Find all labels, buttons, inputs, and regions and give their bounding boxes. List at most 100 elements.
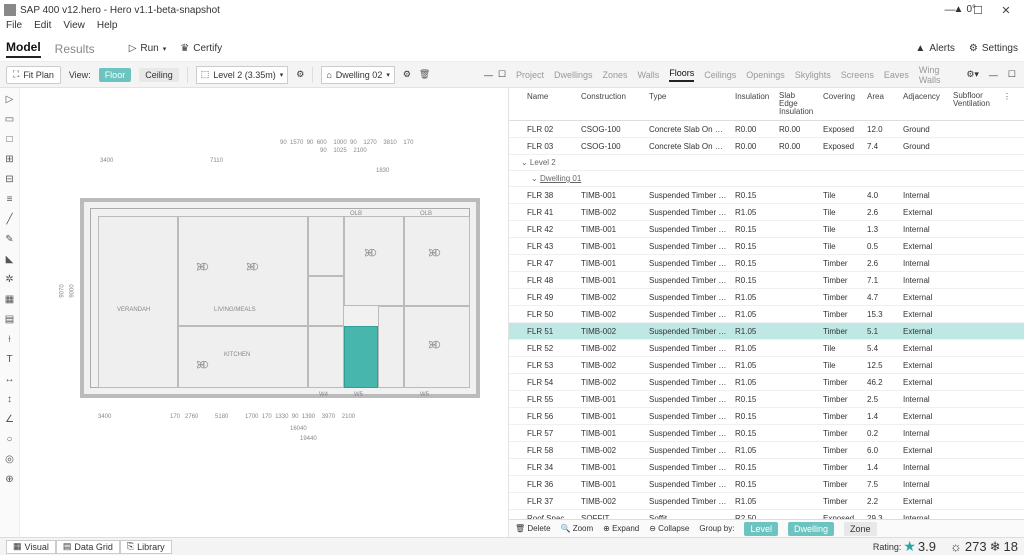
selected-floor-region[interactable]	[344, 326, 378, 388]
delete-button[interactable]: 🗑 Delete	[515, 524, 551, 533]
panel-min-icon[interactable]: —	[989, 70, 998, 80]
table-row[interactable]: FLR 52TIMB-002Suspended Timber FrameR1.0…	[509, 340, 1024, 357]
tool-text[interactable]: T	[3, 354, 17, 368]
tool-draw[interactable]: ✎	[3, 234, 17, 248]
alerts-button[interactable]: ▲Alerts	[915, 43, 954, 54]
table-row[interactable]: FLR 50TIMB-002Suspended Timber FrameR1.0…	[509, 306, 1024, 323]
col-type[interactable]: Type	[645, 88, 731, 120]
view-datagrid[interactable]: ▤ Data Grid	[56, 540, 120, 554]
rtab-floors[interactable]: Floors	[669, 68, 694, 82]
col-subfloor[interactable]: Subfloor Ventilation	[949, 88, 999, 120]
window-close[interactable]: ✕	[992, 4, 1020, 17]
tool-grid[interactable]: ▦	[3, 294, 17, 308]
table-row[interactable]: FLR 55TIMB-001Suspended Timber FrameR0.1…	[509, 391, 1024, 408]
rtab-openings[interactable]: Openings	[746, 70, 785, 80]
group-zone[interactable]: Zone	[844, 522, 877, 536]
expand-button[interactable]: ⊕ Expand	[603, 524, 639, 533]
table-row[interactable]: FLR 53TIMB-002Suspended Timber FrameR1.0…	[509, 357, 1024, 374]
tool-cursor[interactable]: ▷	[3, 94, 17, 108]
tool-rect[interactable]: ▭	[3, 114, 17, 128]
settings-button[interactable]: ⚙Settings	[969, 43, 1018, 54]
table-row[interactable]: FLR 38TIMB-001Suspended Timber FrameR0.1…	[509, 187, 1024, 204]
rtab-ceilings[interactable]: Ceilings	[704, 70, 736, 80]
north-indicator[interactable]: ▲ 0°	[954, 4, 976, 15]
tool-tag[interactable]: ◣	[3, 254, 17, 268]
col-construction[interactable]: Construction	[577, 88, 645, 120]
table-row[interactable]: FLR 56TIMB-001Suspended Timber FrameR0.1…	[509, 408, 1024, 425]
rtab-dwellings[interactable]: Dwellings	[554, 70, 593, 80]
rtab-skylights[interactable]: Skylights	[795, 70, 831, 80]
table-row[interactable]: Roof Space 4 ...SOFFITSoffitR2.50Exposed…	[509, 510, 1024, 519]
table-row[interactable]: FLR 47TIMB-001Suspended Timber FrameR0.1…	[509, 255, 1024, 272]
tool-stairs[interactable]: ≡	[3, 194, 17, 208]
tool-dim[interactable]: ↔	[3, 374, 17, 388]
level-select[interactable]: ⬚ Level 2 (3.35m) ▾	[196, 66, 289, 84]
menu-edit[interactable]: Edit	[34, 20, 51, 36]
group-level[interactable]: ⌄ Level 2	[509, 155, 1024, 171]
group-dwelling[interactable]: Dwelling	[788, 522, 834, 536]
ceiling-toggle[interactable]: Ceiling	[139, 68, 179, 82]
dwelling-select[interactable]: ⌂ Dwelling 02 ▾	[321, 66, 394, 84]
menu-help[interactable]: Help	[97, 20, 118, 36]
panel-settings-icon[interactable]: ⚙▾	[966, 69, 979, 80]
table-row[interactable]: FLR 58TIMB-002Suspended Timber FrameR1.0…	[509, 442, 1024, 459]
table-body[interactable]: FLR 02CSOG-100Concrete Slab On GroundR0.…	[509, 121, 1024, 519]
rtab-zones[interactable]: Zones	[603, 70, 628, 80]
tab-model[interactable]: Model	[6, 40, 41, 58]
run-button[interactable]: ▷Run▾	[129, 43, 167, 54]
floorplan[interactable]: VERANDAH LIVING/MEALS KITCHEN OLB OLB W4…	[80, 198, 480, 398]
table-row[interactable]: FLR 48TIMB-001Suspended Timber FrameR0.1…	[509, 272, 1024, 289]
floor-toggle[interactable]: Floor	[99, 68, 132, 82]
tool-angle[interactable]: ∠	[3, 414, 17, 428]
table-row[interactable]: FLR 36TIMB-001Suspended Timber FrameR0.1…	[509, 476, 1024, 493]
table-row[interactable]: FLR 41TIMB-002Suspended Timber FrameR1.0…	[509, 204, 1024, 221]
tool-circle[interactable]: ○	[3, 434, 17, 448]
tab-results[interactable]: Results	[55, 42, 95, 56]
rtab-eaves[interactable]: Eaves	[884, 70, 909, 80]
fit-plan-button[interactable]: ⛶ Fit Plan	[6, 66, 61, 84]
menu-view[interactable]: View	[63, 20, 85, 36]
table-row[interactable]: FLR 43TIMB-001Suspended Timber FrameR0.1…	[509, 238, 1024, 255]
panel-max-icon[interactable]: ☐	[1008, 69, 1016, 80]
tool-square[interactable]: □	[3, 134, 17, 148]
floorplan-canvas[interactable]: 3400 7110 90 1570 90 600 1000 90 1270 38…	[20, 88, 508, 537]
rtab-screens[interactable]: Screens	[841, 70, 874, 80]
table-row[interactable]: FLR 02CSOG-100Concrete Slab On GroundR0.…	[509, 121, 1024, 138]
group-level[interactable]: Level	[744, 522, 778, 536]
rtab-project[interactable]: Project	[516, 70, 544, 80]
table-row[interactable]: FLR 03CSOG-100Concrete Slab On GroundR0.…	[509, 138, 1024, 155]
tool-window[interactable]: ⊞	[3, 154, 17, 168]
level-settings-icon[interactable]: ⚙	[296, 69, 304, 80]
rtab-walls[interactable]: Walls	[638, 70, 660, 80]
view-library[interactable]: ⎘ Library	[120, 540, 172, 554]
certify-button[interactable]: ♛Certify	[180, 43, 222, 54]
table-row[interactable]: FLR 57TIMB-001Suspended Timber FrameR0.1…	[509, 425, 1024, 442]
col-name[interactable]: Name	[509, 88, 577, 120]
col-menu-icon[interactable]: ⋮	[999, 88, 1009, 120]
tool-vdim[interactable]: ↕	[3, 394, 17, 408]
tool-misc2[interactable]: ⊕	[3, 474, 17, 488]
tool-misc1[interactable]: ◎	[3, 454, 17, 468]
col-insulation[interactable]: Insulation	[731, 88, 775, 120]
table-row[interactable]: FLR 49TIMB-002Suspended Timber FrameR1.0…	[509, 289, 1024, 306]
tool-door[interactable]: ⊟	[3, 174, 17, 188]
col-covering[interactable]: Covering	[819, 88, 863, 120]
table-row[interactable]: FLR 42TIMB-001Suspended Timber FrameR0.1…	[509, 221, 1024, 238]
tool-measure[interactable]: ⟊	[3, 334, 17, 348]
table-row[interactable]: FLR 54TIMB-002Suspended Timber FrameR1.0…	[509, 374, 1024, 391]
group-dwelling[interactable]: ⌄ Dwelling 01	[509, 171, 1024, 187]
maximize-pane-icon[interactable]: ☐	[498, 69, 506, 80]
collapse-button[interactable]: ⊖ Collapse	[649, 524, 689, 533]
minimize-pane-icon[interactable]: —	[484, 70, 493, 80]
table-row[interactable]: FLR 51TIMB-002Suspended Timber FrameR1.0…	[509, 323, 1024, 340]
view-visual[interactable]: ▦ Visual	[6, 540, 56, 554]
menu-file[interactable]: File	[6, 20, 22, 36]
table-row[interactable]: FLR 37TIMB-002Suspended Timber FrameR1.0…	[509, 493, 1024, 510]
col-area[interactable]: Area	[863, 88, 899, 120]
tool-layers[interactable]: ▤	[3, 314, 17, 328]
col-adjacency[interactable]: Adjacency	[899, 88, 949, 120]
dwelling-settings-icon[interactable]: ⚙	[403, 69, 411, 80]
zoom-button[interactable]: 🔍 Zoom	[561, 524, 594, 533]
table-row[interactable]: FLR 34TIMB-001Suspended Timber FrameR0.1…	[509, 459, 1024, 476]
tool-fan[interactable]: ✲	[3, 274, 17, 288]
